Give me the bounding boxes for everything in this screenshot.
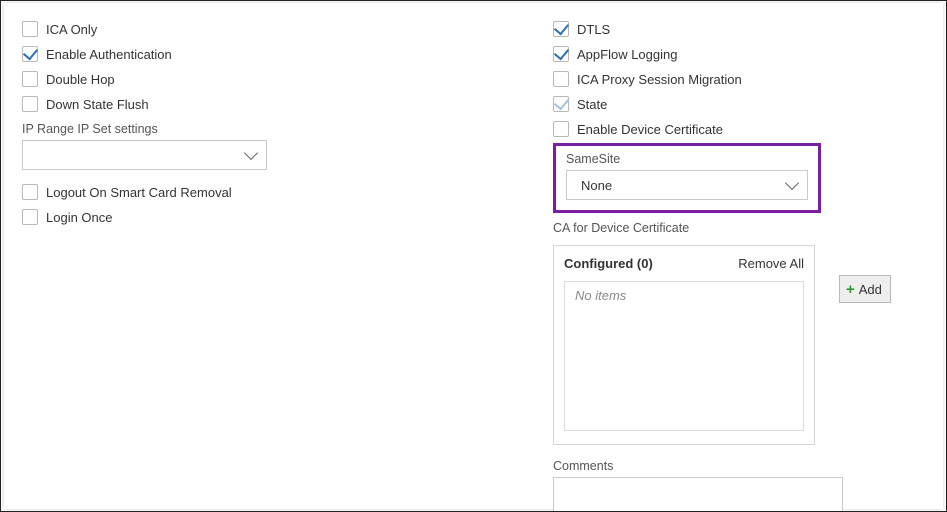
ca-item-list: No items xyxy=(564,281,804,431)
checkbox-label: Down State Flush xyxy=(46,97,149,112)
checkbox-label: Logout On Smart Card Removal xyxy=(46,185,232,200)
checkbox-label: DTLS xyxy=(577,22,610,37)
samesite-value: None xyxy=(581,178,612,193)
checkbox-label: ICA Only xyxy=(46,22,97,37)
checkbox-icon xyxy=(22,71,38,87)
checkbox-appflow-logging[interactable]: AppFlow Logging xyxy=(553,42,843,66)
checkbox-checked-icon xyxy=(553,46,569,62)
checkbox-label: AppFlow Logging xyxy=(577,47,677,62)
checkbox-state[interactable]: State xyxy=(553,92,843,116)
checkbox-label: Enable Device Certificate xyxy=(577,122,723,137)
samesite-highlight: SameSite None xyxy=(553,143,821,213)
checkbox-checked-icon xyxy=(553,21,569,37)
ca-device-cert-label: CA for Device Certificate xyxy=(553,221,843,235)
checkbox-icon xyxy=(22,96,38,112)
ca-configured-box: Configured (0) Remove All No items xyxy=(553,245,815,445)
checkbox-icon xyxy=(22,21,38,37)
checkbox-dtls[interactable]: DTLS xyxy=(553,17,843,41)
checkbox-icon xyxy=(553,121,569,137)
plus-icon: + xyxy=(846,281,855,298)
checkbox-icon xyxy=(553,71,569,87)
samesite-label: SameSite xyxy=(566,152,808,166)
checkbox-login-once[interactable]: Login Once xyxy=(22,205,517,229)
ip-range-label: IP Range IP Set settings xyxy=(22,122,517,136)
checkbox-checked-icon xyxy=(553,96,569,112)
add-button-label: Add xyxy=(859,282,882,297)
checkbox-enable-authentication[interactable]: Enable Authentication xyxy=(22,42,517,66)
checkbox-label: Enable Authentication xyxy=(46,47,172,62)
configured-count: Configured (0) xyxy=(564,256,653,271)
right-column: DTLS AppFlow Logging ICA Proxy Session M… xyxy=(535,3,943,509)
samesite-select[interactable]: None xyxy=(566,170,808,200)
remove-all-link[interactable]: Remove All xyxy=(738,256,804,271)
checkbox-down-state-flush[interactable]: Down State Flush xyxy=(22,92,517,116)
checkbox-label: Login Once xyxy=(46,210,113,225)
checkbox-label: State xyxy=(577,97,607,112)
checkbox-double-hop[interactable]: Double Hop xyxy=(22,67,517,91)
chevron-down-icon xyxy=(244,146,258,160)
checkbox-enable-device-cert[interactable]: Enable Device Certificate xyxy=(553,117,843,141)
checkbox-icon xyxy=(22,184,38,200)
chevron-down-icon xyxy=(785,176,799,190)
checkbox-label: Double Hop xyxy=(46,72,115,87)
left-column: ICA Only Enable Authentication Double Ho… xyxy=(4,3,535,509)
add-button[interactable]: + Add xyxy=(839,275,891,303)
checkbox-ica-only[interactable]: ICA Only xyxy=(22,17,517,41)
comments-label: Comments xyxy=(553,459,843,473)
checkbox-logout-smart-card[interactable]: Logout On Smart Card Removal xyxy=(22,180,517,204)
ip-range-select[interactable] xyxy=(22,140,267,170)
checkbox-ica-proxy-migration[interactable]: ICA Proxy Session Migration xyxy=(553,67,843,91)
comments-input[interactable] xyxy=(553,477,843,512)
checkbox-label: ICA Proxy Session Migration xyxy=(577,72,742,87)
no-items-text: No items xyxy=(575,288,626,303)
checkbox-icon xyxy=(22,209,38,225)
checkbox-checked-icon xyxy=(22,46,38,62)
